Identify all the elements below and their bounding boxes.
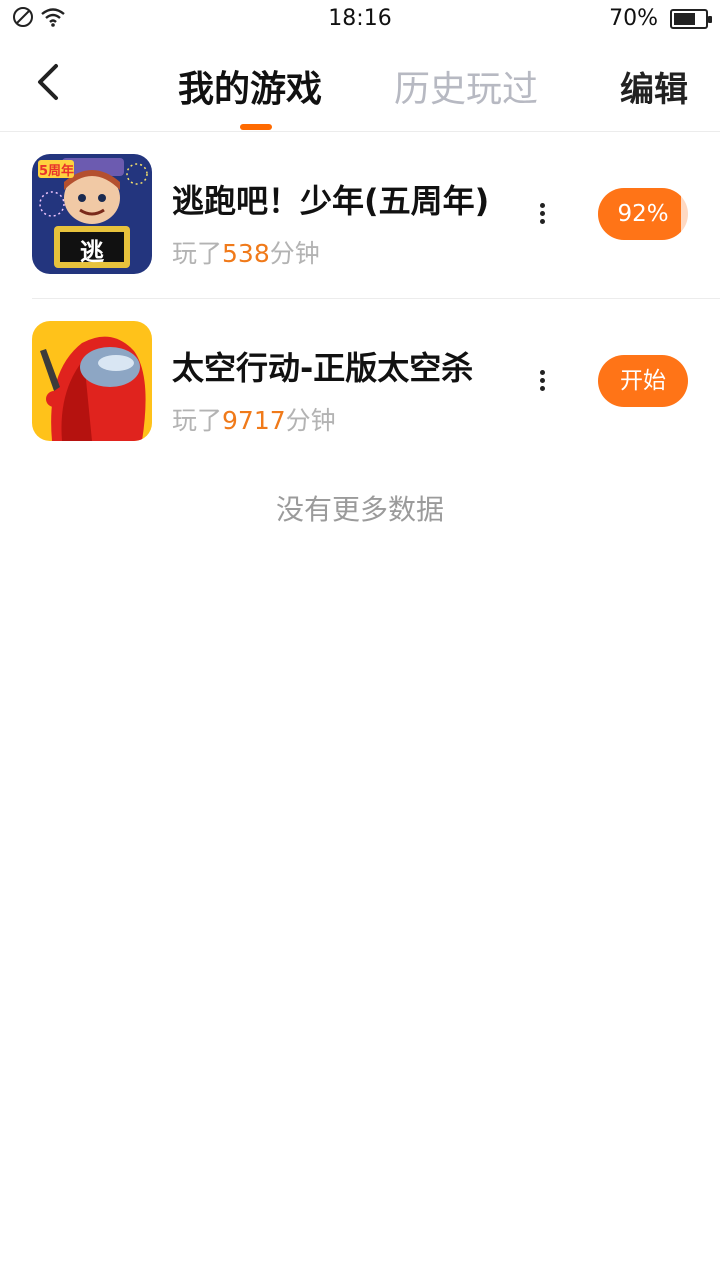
game-title[interactable]: 太空行动-正版太空杀: [172, 343, 473, 389]
progress-label: 92%: [617, 201, 669, 227]
status-bar: 18:16 70%: [0, 0, 720, 38]
play-time-suffix: 分钟: [285, 406, 336, 435]
space-action-game-icon[interactable]: [32, 321, 152, 441]
play-time-minutes: 9717: [222, 406, 286, 435]
play-time: 玩了538分钟: [172, 234, 320, 270]
battery-level: [674, 12, 695, 25]
icon-badge: 5周年: [39, 164, 75, 179]
escape-game-icon[interactable]: 5周年 逃: [32, 154, 152, 274]
tab-history-played[interactable]: 历史玩过: [394, 60, 538, 112]
more-options-icon[interactable]: [532, 200, 552, 230]
edit-button[interactable]: 编辑: [620, 62, 688, 111]
play-time-prefix: 玩了: [172, 239, 223, 268]
no-more-data-text: 没有更多数据: [275, 493, 444, 526]
play-time-suffix: 分钟: [269, 239, 320, 268]
game-list: 5周年 逃 逃跑吧！少年(五周年) 玩了538分钟 92% 太空行动-正版太空杀…: [0, 132, 720, 464]
more-options-icon[interactable]: [532, 367, 552, 397]
tab-my-games[interactable]: 我的游戏: [178, 60, 322, 112]
game-row[interactable]: 5周年 逃 逃跑吧！少年(五周年) 玩了538分钟 92%: [0, 132, 720, 298]
play-time-prefix: 玩了: [172, 406, 223, 435]
active-tab-indicator: [240, 124, 272, 130]
game-row[interactable]: 太空行动-正版太空杀 玩了9717分钟 开始: [32, 298, 720, 464]
status-right: 70%: [609, 6, 712, 31]
icon-tag: 逃: [80, 238, 104, 266]
nav-bar: 我的游戏 历史玩过 编辑: [0, 38, 720, 132]
start-button[interactable]: 开始: [598, 355, 688, 407]
battery-icon: [670, 8, 712, 29]
battery-percent: 70%: [609, 6, 658, 31]
back-arrow-icon[interactable]: [28, 60, 68, 104]
play-time-minutes: 538: [222, 239, 270, 268]
download-progress-button[interactable]: 92%: [598, 188, 688, 240]
play-time: 玩了9717分钟: [172, 401, 336, 437]
game-title[interactable]: 逃跑吧！少年(五周年): [172, 176, 489, 222]
